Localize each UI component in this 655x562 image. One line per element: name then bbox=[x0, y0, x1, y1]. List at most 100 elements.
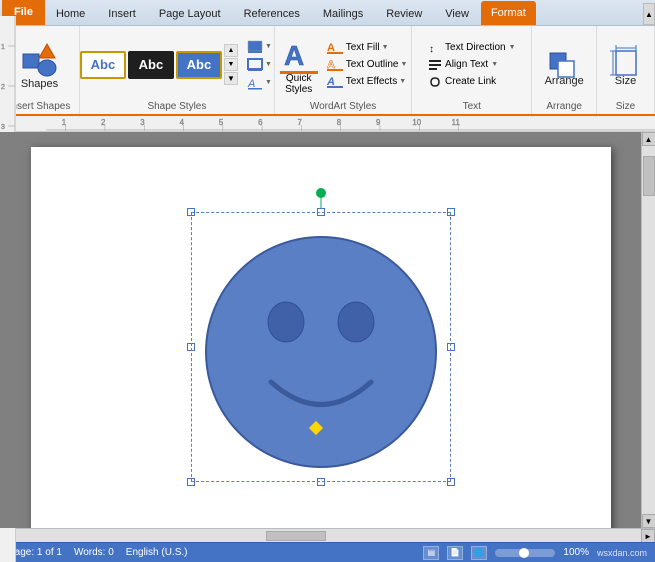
tab-review[interactable]: Review bbox=[375, 1, 433, 25]
handle-top-right[interactable] bbox=[447, 208, 455, 216]
language: English (U.S.) bbox=[126, 547, 188, 558]
arrange-icon bbox=[548, 43, 580, 75]
svg-text:5: 5 bbox=[219, 117, 224, 126]
size-label: Size bbox=[615, 75, 636, 87]
align-text-btn[interactable]: Align Text ▼ bbox=[425, 57, 519, 73]
scroll-down-button[interactable]: ▼ bbox=[642, 514, 655, 528]
scroll-track-vertical[interactable] bbox=[642, 146, 655, 514]
ruler-horizontal: 1 2 3 4 5 6 7 8 9 10 11 bbox=[16, 116, 655, 132]
shape-style-scroll-up[interactable]: ▲ bbox=[224, 44, 238, 57]
group-insert-shapes-label: Insert Shapes bbox=[9, 99, 71, 112]
shape-container[interactable] bbox=[191, 212, 451, 482]
shape-style-dropdown[interactable]: ▲ ▼ ▼ bbox=[224, 44, 238, 85]
ribbon-tab-bar: File Home Insert Page Layout References … bbox=[0, 0, 655, 26]
group-size: Size Size bbox=[597, 26, 655, 114]
wordart-styles-content: A Quick Styles A Text Fill ▼ A Text Outl bbox=[277, 30, 410, 99]
zoom-slider[interactable] bbox=[495, 549, 555, 557]
text-fill-btn[interactable]: A Text Fill ▼ bbox=[324, 40, 410, 55]
tab-references[interactable]: References bbox=[233, 1, 311, 25]
scroll-thumb-vertical[interactable] bbox=[643, 156, 655, 196]
tab-page-layout[interactable]: Page Layout bbox=[148, 1, 232, 25]
document-area[interactable] bbox=[0, 132, 641, 528]
text-effects-btn[interactable]: A Text Effects ▼ bbox=[324, 74, 410, 89]
handle-top-center[interactable] bbox=[317, 208, 325, 216]
scroll-up-button[interactable]: ▲ bbox=[642, 132, 655, 146]
view-reading-btn[interactable]: 📄 bbox=[447, 546, 463, 560]
ribbon-expand-button[interactable]: ▲ bbox=[643, 3, 655, 25]
svg-text:9: 9 bbox=[376, 117, 380, 126]
shape-style-btn-2-label: Abc bbox=[139, 57, 164, 72]
shape-outline-btn[interactable]: ▼ bbox=[245, 57, 274, 73]
ribbon: Shapes Insert Shapes Abc Abc Abc bbox=[0, 26, 655, 116]
size-icon bbox=[610, 43, 642, 75]
shape-style-scroll-down[interactable]: ▼ bbox=[224, 58, 238, 71]
handle-mid-right[interactable] bbox=[447, 343, 455, 351]
shapes-icon bbox=[21, 40, 59, 78]
insert-shapes-content: Shapes bbox=[15, 30, 65, 99]
arrange-button[interactable]: Arrange bbox=[537, 39, 592, 91]
zoom-thumb[interactable] bbox=[519, 548, 529, 558]
svg-text:A: A bbox=[284, 40, 304, 71]
shape-color-controls: ▼ ▼ A ▼ bbox=[245, 39, 274, 91]
text-fill-label: Text Fill bbox=[346, 42, 380, 53]
text-outline-label: Text Outline bbox=[346, 59, 399, 70]
handle-top-left[interactable] bbox=[187, 208, 195, 216]
status-bar: Page: 1 of 1 Words: 0 English (U.S.) ▤ 📄… bbox=[0, 542, 655, 562]
svg-text:8: 8 bbox=[337, 117, 342, 126]
handle-bot-center[interactable] bbox=[317, 478, 325, 486]
view-web-btn[interactable]: 🌐 bbox=[471, 546, 487, 560]
shape-style-btn-1[interactable]: Abc bbox=[80, 51, 126, 79]
size-button[interactable]: Size bbox=[602, 39, 650, 91]
scroll-thumb-horizontal[interactable] bbox=[266, 531, 326, 541]
group-text: ↕ Text Direction ▼ Align Text ▼ Create L… bbox=[412, 26, 532, 114]
shape-style-btn-3-label: Abc bbox=[187, 57, 212, 72]
quick-styles-button[interactable]: A Quick Styles bbox=[277, 35, 321, 95]
tab-insert[interactable]: Insert bbox=[97, 1, 147, 25]
shape-style-expand[interactable]: ▼ bbox=[224, 72, 238, 85]
text-controls: ↕ Text Direction ▼ Align Text ▼ Create L… bbox=[425, 40, 519, 90]
ruler-area: 1 2 3 4 5 6 7 8 9 10 11 bbox=[0, 116, 655, 132]
text-direction-btn[interactable]: ↕ Text Direction ▼ bbox=[425, 40, 519, 56]
quick-styles-icon: A bbox=[280, 35, 318, 73]
svg-text:4: 4 bbox=[180, 117, 185, 126]
svg-text:11: 11 bbox=[452, 117, 460, 126]
website: wsxdan.com bbox=[597, 548, 647, 558]
svg-text:7: 7 bbox=[297, 117, 301, 126]
handle-mid-left[interactable] bbox=[187, 343, 195, 351]
shape-style-btn-3[interactable]: Abc bbox=[176, 51, 222, 79]
zoom-level: 100% bbox=[563, 547, 589, 558]
smiley-svg bbox=[191, 212, 451, 482]
tab-home[interactable]: Home bbox=[45, 1, 96, 25]
scroll-track-horizontal[interactable] bbox=[16, 529, 641, 542]
create-link-btn[interactable]: Create Link bbox=[425, 74, 519, 90]
tab-mailings[interactable]: Mailings bbox=[312, 1, 374, 25]
page-info: Page: 1 of 1 bbox=[8, 547, 62, 558]
align-text-label: Align Text bbox=[445, 59, 488, 70]
document-page bbox=[31, 147, 611, 528]
tab-view[interactable]: View bbox=[434, 1, 480, 25]
arrange-content: Arrange bbox=[537, 30, 592, 99]
shape-effects-btn[interactable]: A ▼ bbox=[245, 75, 274, 91]
shapes-label: Shapes bbox=[21, 78, 58, 90]
text-outline-btn[interactable]: A Text Outline ▼ bbox=[324, 57, 410, 72]
handle-bot-right[interactable] bbox=[447, 478, 455, 486]
svg-text:10: 10 bbox=[412, 117, 421, 126]
scroll-right-button[interactable]: ► bbox=[641, 529, 655, 543]
shape-style-row: Abc Abc Abc ▲ ▼ ▼ bbox=[80, 44, 238, 85]
svg-text:3: 3 bbox=[140, 117, 145, 126]
tab-format[interactable]: Format bbox=[481, 1, 536, 25]
shape-style-btn-2[interactable]: Abc bbox=[128, 51, 174, 79]
view-print-btn[interactable]: ▤ bbox=[423, 546, 439, 560]
group-shape-styles: Abc Abc Abc ▲ ▼ ▼ bbox=[80, 26, 275, 114]
shapes-button[interactable]: Shapes bbox=[15, 38, 65, 92]
scrollbar-vertical[interactable]: ▲ ▼ bbox=[641, 132, 655, 528]
shape-styles-content: Abc Abc Abc ▲ ▼ ▼ bbox=[80, 30, 274, 99]
group-shape-styles-label: Shape Styles bbox=[147, 99, 206, 112]
text-direction-label: Text Direction bbox=[445, 42, 506, 53]
rotate-handle[interactable] bbox=[316, 188, 326, 198]
handle-bot-left[interactable] bbox=[187, 478, 195, 486]
svg-text:↕: ↕ bbox=[429, 44, 434, 55]
word-count: Words: 0 bbox=[74, 547, 114, 558]
shape-fill-btn[interactable]: ▼ bbox=[245, 39, 274, 55]
text-content: ↕ Text Direction ▼ Align Text ▼ Create L… bbox=[425, 30, 519, 99]
